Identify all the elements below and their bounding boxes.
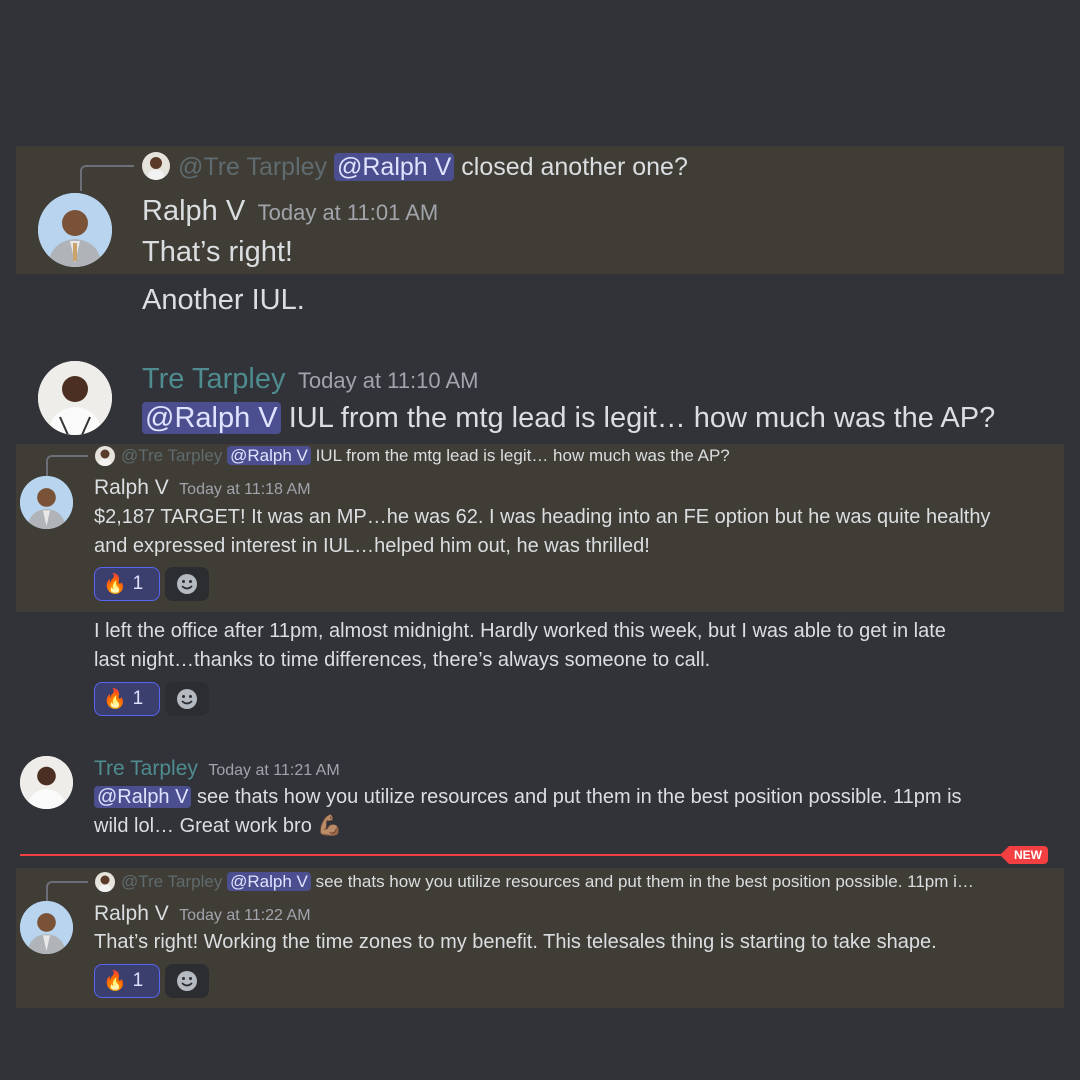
timestamp[interactable]: Today at 11:21 AM (208, 762, 339, 779)
add-reaction-button[interactable] (165, 682, 209, 716)
reaction-count: 1 (132, 573, 144, 594)
smiley-icon (177, 574, 197, 594)
new-messages-divider (20, 854, 1042, 856)
fire-icon: 🔥 (103, 574, 127, 595)
message-line: I left the office after 11pm, almost mid… (94, 620, 946, 642)
author-name[interactable]: Tre Tarpley (94, 757, 198, 780)
message-text: see thats how you utilize resources and … (197, 786, 962, 808)
reply-text: IUL from the mtg lead is legit… how much… (315, 446, 730, 465)
author-name[interactable]: Ralph V (94, 476, 169, 499)
reply-connector (46, 881, 88, 903)
message-line: and expressed interest in IUL…helped him… (94, 535, 650, 557)
reply-author[interactable]: @Tre Tarpley (121, 872, 222, 891)
message-content: @Ralph V IUL from the mtg lead is legit…… (142, 399, 995, 437)
reaction-fire[interactable]: 🔥 1 (94, 567, 160, 601)
message-text: IUL from the mtg lead is legit… how much… (288, 402, 996, 434)
mention[interactable]: @Ralph V (94, 786, 192, 808)
timestamp[interactable]: Today at 11:22 AM (179, 907, 310, 924)
message-header: Ralph V Today at 11:01 AM (142, 192, 438, 235)
reaction-fire[interactable]: 🔥 1 (94, 964, 160, 998)
reply-avatar[interactable] (142, 152, 170, 180)
add-reaction-button[interactable] (165, 567, 209, 601)
reply-author[interactable]: @Tre Tarpley (178, 153, 327, 181)
smiley-icon (177, 971, 197, 991)
new-badge: NEW (1000, 846, 1048, 864)
timestamp[interactable]: Today at 11:18 AM (179, 481, 310, 498)
reply-author[interactable]: @Tre Tarpley (121, 446, 222, 465)
message-header: Tre Tarpley Today at 11:21 AM (94, 755, 340, 785)
author-name[interactable]: Ralph V (94, 902, 169, 925)
timestamp[interactable]: Today at 11:10 AM (298, 368, 479, 393)
mention[interactable]: @Ralph V (334, 153, 455, 181)
author-name[interactable]: Ralph V (142, 195, 245, 227)
message-line: last night…thanks to time differences, t… (94, 649, 711, 671)
message-header: Ralph V Today at 11:22 AM (94, 900, 311, 930)
message-text: wild lol… Great work bro (94, 815, 312, 837)
mention[interactable]: @Ralph V (227, 446, 311, 465)
message-line: That’s right! (142, 236, 293, 268)
reply-preview[interactable]: @Tre Tarpley @Ralph V IUL from the mtg l… (121, 444, 730, 468)
smiley-icon (177, 689, 197, 709)
avatar-tre[interactable] (38, 361, 112, 435)
timestamp[interactable]: Today at 11:01 AM (258, 200, 439, 225)
reply-connector (46, 455, 88, 477)
message-line: Another IUL. (142, 284, 305, 316)
reply-text: see thats how you utilize resources and … (315, 872, 974, 891)
reply-connector (80, 165, 134, 191)
avatar-ralph[interactable] (20, 901, 73, 954)
author-name[interactable]: Tre Tarpley (142, 363, 285, 395)
reply-preview[interactable]: @Tre Tarpley @Ralph V closed another one… (178, 150, 688, 184)
reaction-count: 1 (132, 688, 144, 709)
message-line: $2,187 TARGET! It was an MP…he was 62. I… (94, 506, 991, 528)
mention[interactable]: @Ralph V (227, 872, 311, 891)
message-line: @Ralph V see thats how you utilize resou… (94, 783, 962, 811)
fire-icon: 🔥 (103, 971, 127, 992)
fire-icon: 🔥 (103, 689, 127, 710)
reply-avatar[interactable] (95, 872, 115, 892)
reaction-fire[interactable]: 🔥 1 (94, 682, 160, 716)
message-line: wild lol… Great work bro 💪🏽 (94, 812, 342, 840)
mention[interactable]: @Ralph V (142, 402, 281, 434)
avatar-tre[interactable] (20, 756, 73, 809)
avatar-ralph[interactable] (38, 193, 112, 267)
message-line: That’s right! Working the time zones to … (94, 931, 937, 953)
message-header: Tre Tarpley Today at 11:10 AM (142, 360, 479, 403)
message-header: Ralph V Today at 11:18 AM (94, 474, 311, 504)
avatar-ralph[interactable] (20, 476, 73, 529)
add-reaction-button[interactable] (165, 964, 209, 998)
reply-text: closed another one? (461, 153, 688, 181)
reply-avatar[interactable] (95, 446, 115, 466)
flexed-bicep-icon: 💪🏽 (317, 815, 343, 837)
reply-preview[interactable]: @Tre Tarpley @Ralph V see thats how you … (121, 870, 974, 894)
reaction-count: 1 (132, 970, 144, 991)
